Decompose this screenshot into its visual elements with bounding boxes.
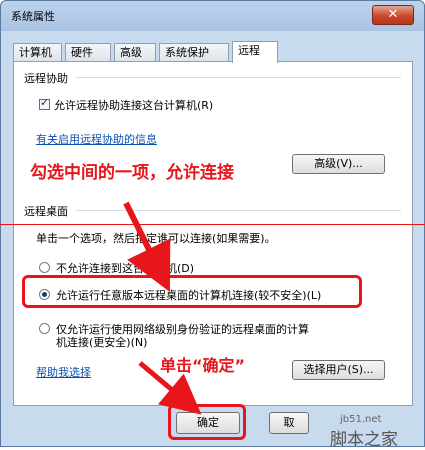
remote-assistance-group-label: 远程协助 — [24, 72, 68, 85]
annotation-instruction-main: 勾选中间的一项，允许连接 — [30, 163, 234, 183]
no-connection-label[interactable]: 不允许连接到这台计算机(D) — [56, 260, 194, 276]
remote-assistance-info-link[interactable]: 有关启用远程协助的信息 — [36, 131, 157, 147]
no-connection-radio[interactable] — [39, 262, 50, 273]
annotation-red-divider — [0, 224, 425, 225]
allow-remote-assistance-label[interactable]: 允许远程协助连接这台计算机(R) — [54, 97, 213, 113]
help-me-choose-link[interactable]: 帮助我选择 — [36, 364, 91, 380]
select-users-button[interactable]: 选择用户(S)... — [292, 360, 385, 380]
annotation-highlight-ok-box — [168, 404, 246, 440]
advanced-button[interactable]: 高级(V)... — [292, 154, 385, 174]
nla-only-radio[interactable] — [39, 323, 50, 334]
tab-advanced[interactable]: 高级 — [114, 43, 156, 61]
group-divider — [76, 210, 401, 211]
tab-computer-name[interactable]: 计算机名 — [13, 43, 62, 76]
window-title: 系统属性 — [11, 10, 55, 23]
annotation-highlight-option-box — [22, 275, 362, 308]
remote-desktop-instruction: 单击一个选项，然后指定谁可以连接(如果需要)。 — [36, 232, 276, 245]
tab-hardware[interactable]: 硬件 — [65, 43, 111, 61]
title-bar[interactable]: 系统属性 ✕ — [1, 1, 424, 29]
nla-only-label-line2[interactable]: 机连接(更安全)(N) — [56, 334, 147, 350]
allow-remote-assistance-checkbox[interactable] — [39, 96, 50, 110]
tab-remote[interactable]: 远程 — [232, 41, 278, 63]
tab-system-protection[interactable]: 系统保护 — [159, 43, 229, 61]
cancel-button[interactable]: 取 — [269, 412, 309, 434]
close-button[interactable]: ✕ — [372, 5, 414, 25]
watermark-site: jb51.net — [340, 414, 382, 425]
annotation-instruction-ok: 单击“确定” — [160, 356, 246, 375]
watermark-brand: 脚本之家 — [330, 430, 398, 450]
remote-desktop-group-label: 远程桌面 — [24, 205, 68, 218]
group-divider — [76, 77, 401, 78]
